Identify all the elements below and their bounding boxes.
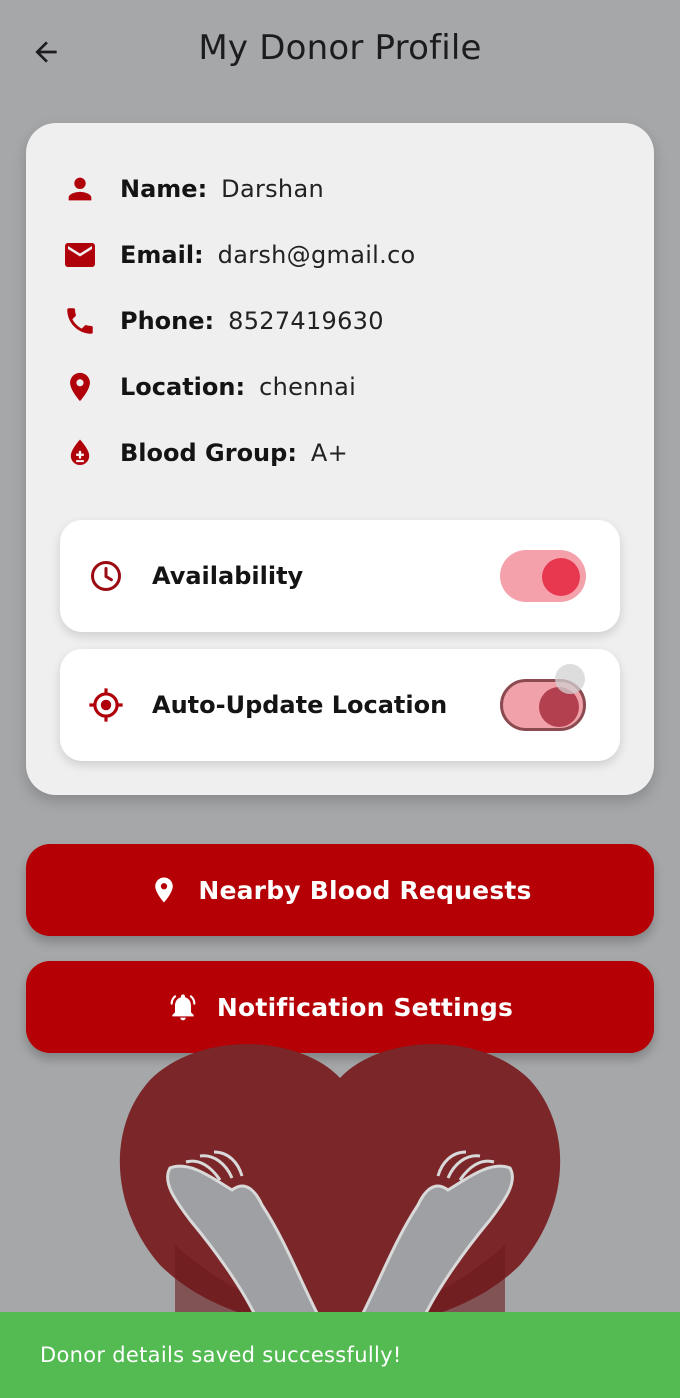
nearby-requests-button[interactable]: Nearby Blood Requests — [26, 844, 654, 936]
availability-card: Availability — [60, 520, 620, 632]
notification-settings-label: Notification Settings — [216, 992, 514, 1022]
availability-label: Availability — [152, 562, 304, 590]
gps-target-icon — [86, 685, 126, 725]
bell-icon — [167, 991, 199, 1023]
email-value: darsh@gmail.co — [217, 241, 416, 269]
touch-ripple — [555, 664, 585, 694]
blood-group-row: Blood Group: A+ — [60, 433, 348, 473]
blood-group-label: Blood Group: — [120, 439, 297, 467]
location-row: Location: chennai — [60, 367, 356, 407]
app-bar: My Donor Profile — [0, 0, 680, 100]
profile-card: Name: Darshan Email: darsh@gmail.co Phon… — [26, 123, 654, 795]
phone-value: 8527419630 — [228, 307, 384, 335]
name-row: Name: Darshan — [60, 169, 324, 209]
blood-group-value: A+ — [310, 439, 349, 467]
name-label: Name: — [120, 175, 208, 203]
mail-icon — [60, 235, 100, 275]
phone-icon — [60, 301, 100, 341]
location-label: Location: — [120, 373, 246, 401]
person-icon — [60, 169, 100, 209]
clock-icon — [86, 556, 126, 596]
auto-location-card: Auto-Update Location — [60, 649, 620, 761]
name-value: Darshan — [221, 175, 324, 203]
location-value: chennai — [259, 373, 357, 401]
snackbar-message: Donor details saved successfully! — [40, 1343, 402, 1367]
email-label: Email: — [120, 241, 204, 269]
success-snackbar: Donor details saved successfully! — [0, 1312, 680, 1398]
availability-switch[interactable] — [500, 550, 586, 602]
donor-profile-screen: My Donor Profile Name: Darshan Email: da… — [0, 0, 680, 1398]
switch-thumb — [542, 558, 580, 596]
page-title: My Donor Profile — [198, 28, 482, 68]
heart-hands-illustration — [0, 1040, 680, 1330]
blood-drop-icon — [60, 433, 100, 473]
location-pin-icon — [148, 874, 180, 906]
email-row: Email: darsh@gmail.co — [60, 235, 416, 275]
location-pin-icon — [60, 367, 100, 407]
auto-location-label: Auto-Update Location — [152, 691, 448, 719]
phone-label: Phone: — [120, 307, 215, 335]
phone-row: Phone: 8527419630 — [60, 301, 384, 341]
nearby-requests-label: Nearby Blood Requests — [198, 875, 532, 905]
